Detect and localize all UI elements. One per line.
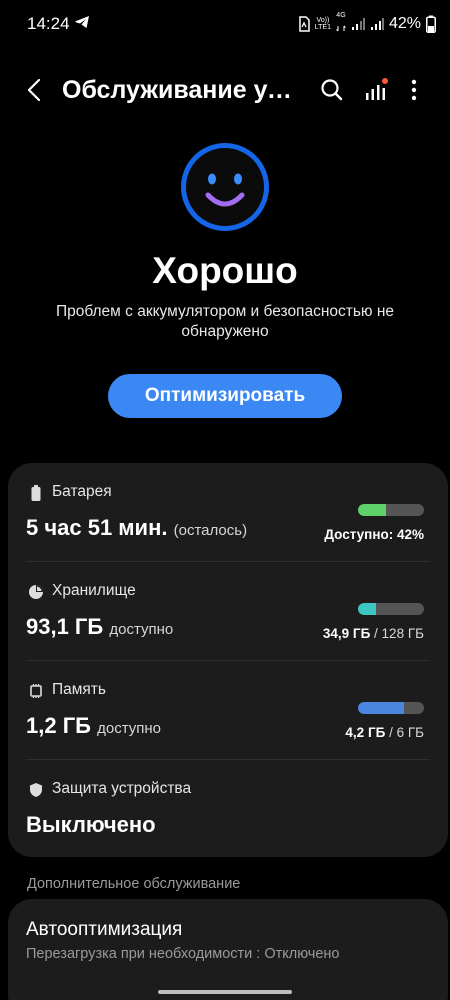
storage-level-fill (358, 603, 376, 615)
storage-free: 93,1 ГБ доступно (26, 614, 174, 639)
optimize-button[interactable]: Оптимизировать (108, 374, 342, 418)
more-options-icon[interactable] (402, 76, 426, 104)
page-title: Обслуживание устройства (62, 76, 302, 104)
battery-icon (426, 15, 436, 33)
status-bar: 14:24 Vo)) LTE1 4G 42% (0, 0, 450, 48)
search-icon[interactable] (318, 76, 346, 104)
auto-optimize-item[interactable]: Автооптимизация Перезагрузка при необход… (8, 899, 448, 1000)
pie-chart-icon (29, 585, 43, 599)
smiley-face-icon (181, 143, 269, 231)
battery-percent: 42% (388, 15, 421, 32)
battery-section[interactable]: Батарея 5 час 51 мин. (осталось) Доступн… (8, 463, 448, 562)
app-bar: Обслуживание устройства (0, 60, 450, 120)
storage-section[interactable]: Хранилище 93,1 ГБ доступно 34,9 ГБ / 128… (8, 562, 448, 661)
auto-optimize-status: Перезагрузка при необходимости : Отключе… (26, 946, 340, 962)
memory-level-fill (358, 702, 405, 714)
signal-1-icon (351, 18, 365, 30)
status-icons: Vo)) LTE1 4G 42% (298, 12, 436, 36)
shield-icon (30, 783, 42, 797)
storage-usage: 34,9 ГБ / 128 ГБ (322, 626, 424, 641)
storage-label: Хранилище (52, 582, 136, 599)
sim-icon (299, 16, 310, 32)
network-label: Vo)) LTE1 (314, 17, 331, 31)
home-indicator[interactable] (158, 990, 292, 994)
battery-available: Доступно: 42% (324, 527, 424, 542)
telegram-icon (75, 16, 89, 28)
battery-label: Батарея (52, 483, 112, 500)
status-time: 14:24 (27, 14, 70, 33)
memory-free: 1,2 ГБ доступно (26, 713, 161, 738)
protection-status: Выключено (26, 812, 156, 837)
section-header-extra: Дополнительное обслуживание (27, 876, 241, 892)
battery-level-bar (358, 504, 424, 516)
memory-section[interactable]: Память 1,2 ГБ доступно 4,2 ГБ / 6 ГБ (8, 661, 448, 760)
memory-label: Память (52, 681, 106, 698)
memory-level-bar (358, 702, 424, 714)
protection-label: Защита устройства (52, 780, 192, 797)
back-arrow-icon (27, 79, 41, 101)
battery-time: 5 час 51 мин. (осталось) (26, 515, 248, 540)
auto-optimize-title: Автооптимизация (26, 919, 183, 940)
back-button[interactable] (20, 76, 48, 104)
storage-level-bar (358, 603, 424, 615)
memory-chip-icon (30, 684, 42, 698)
status-heading: Хорошо (152, 250, 298, 291)
signal-2-icon (370, 18, 384, 30)
memory-usage: 4,2 ГБ / 6 ГБ (345, 725, 424, 740)
battery-icon (31, 485, 41, 501)
protection-section[interactable]: Защита устройства Выключено (8, 760, 448, 859)
maintenance-card: Батарея 5 час 51 мин. (осталось) Доступн… (8, 463, 448, 857)
diagnostics-icon[interactable] (362, 76, 390, 104)
network-gen: 4G (336, 12, 346, 37)
status-description: Проблем с аккумулятором и безопасностью … (55, 303, 395, 340)
battery-level-fill (358, 504, 386, 516)
